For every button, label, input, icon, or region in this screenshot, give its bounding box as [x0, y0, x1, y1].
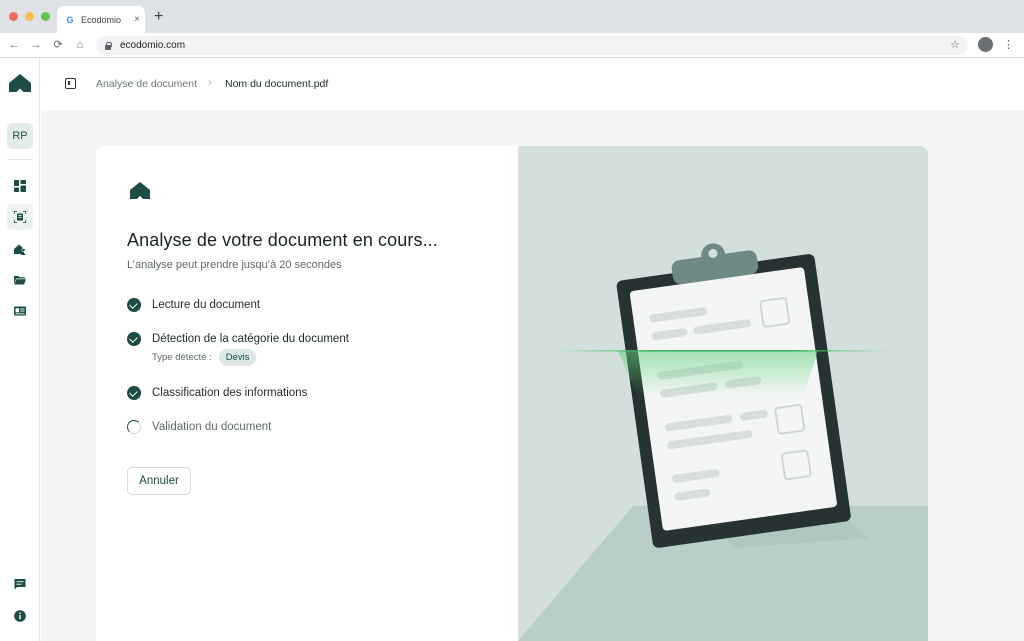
url-text: ecodomio.com [120, 40, 186, 51]
app-sidebar: RP [0, 58, 40, 641]
step-label: Validation du document [152, 421, 272, 433]
sidebar-divider [7, 159, 33, 160]
info-icon [14, 610, 26, 622]
ecodomio-logo-icon[interactable] [9, 74, 31, 92]
breadcrumb-analyse[interactable]: Analyse de document [96, 78, 197, 90]
maximize-window-button[interactable] [41, 12, 50, 21]
dashboard-icon [14, 180, 26, 192]
house-person-icon [14, 244, 26, 255]
chat-icon [14, 579, 26, 590]
step-label: Lecture du document [152, 299, 261, 311]
step-reading: Lecture du document [127, 298, 260, 312]
toggle-sidebar-icon[interactable] [65, 78, 76, 89]
step-classification: Classification des informations [127, 386, 307, 400]
id-card-icon [14, 306, 26, 316]
loading-spinner-icon [127, 420, 141, 434]
detected-type-label: Type détecté : [152, 352, 212, 363]
folder-icon [14, 276, 26, 285]
sidebar-item-folders[interactable] [7, 267, 33, 293]
close-window-button[interactable] [9, 12, 18, 21]
analysis-subtitle: L’analyse peut prendre jusqu’à 20 second… [127, 259, 342, 271]
sidebar-item-dashboard[interactable] [7, 173, 33, 199]
user-avatar[interactable]: RP [7, 123, 33, 149]
new-tab-button[interactable]: + [154, 9, 163, 25]
main-content: Analyse de votre document en cours... L’… [41, 110, 1024, 641]
page-header: Analyse de document › Nom du document.pd… [41, 58, 1024, 110]
analysis-panel: Analyse de votre document en cours... L’… [96, 146, 518, 641]
lock-icon [104, 41, 112, 50]
sidebar-item-identity[interactable] [7, 298, 33, 324]
check-circle-icon [127, 386, 141, 400]
analysis-title: Analyse de votre document en cours... [127, 230, 438, 250]
home-icon[interactable]: ⌂ [73, 38, 87, 52]
illustration-panel [518, 146, 928, 641]
sidebar-item-messages[interactable] [7, 571, 33, 597]
detected-type: Type détecté : Devis [152, 349, 257, 366]
clipboard-scan-illustration [518, 243, 928, 641]
step-validation: Validation du document [127, 420, 271, 434]
forward-icon[interactable]: → [29, 38, 43, 52]
minimize-window-button[interactable] [25, 12, 34, 21]
google-favicon-icon: G [66, 14, 74, 25]
cancel-button[interactable]: Annuler [127, 467, 191, 495]
browser-tab[interactable]: G Ecodomio × [57, 6, 145, 33]
sidebar-item-housing[interactable] [7, 236, 33, 262]
breadcrumb-document-name: Nom du document.pdf [225, 78, 329, 90]
browser-chrome: G Ecodomio × + ← → ⟳ ⌂ ecodomio.com ☆ ⋮ [0, 0, 1024, 58]
back-icon[interactable]: ← [7, 38, 21, 52]
step-label: Classification des informations [152, 387, 308, 399]
tab-title: Ecodomio [81, 14, 122, 25]
address-bar[interactable]: ecodomio.com ☆ [96, 36, 968, 55]
step-label: Détection de la catégorie du document [152, 333, 349, 345]
sidebar-item-info[interactable] [7, 603, 33, 629]
sidebar-item-document-analysis[interactable] [7, 204, 33, 230]
browser-menu-icon[interactable]: ⋮ [1003, 37, 1014, 53]
reload-icon[interactable]: ⟳ [51, 38, 65, 52]
detected-type-badge: Devis [218, 349, 257, 366]
browser-toolbar: ← → ⟳ ⌂ ecodomio.com ☆ ⋮ [0, 33, 1024, 58]
profile-avatar[interactable] [978, 37, 993, 52]
check-circle-icon [127, 332, 141, 346]
bookmark-star-icon[interactable]: ☆ [950, 39, 960, 51]
ecodomio-logo-icon [130, 182, 150, 199]
step-category-detection: Détection de la catégorie du document [127, 332, 349, 346]
document-scan-icon [14, 211, 26, 223]
analysis-card: Analyse de votre document en cours... L’… [96, 146, 928, 641]
check-circle-icon [127, 298, 141, 312]
breadcrumb-separator-icon: › [208, 77, 212, 89]
tab-close-icon[interactable]: × [129, 14, 145, 25]
tab-bar: G Ecodomio × + [0, 0, 1024, 33]
